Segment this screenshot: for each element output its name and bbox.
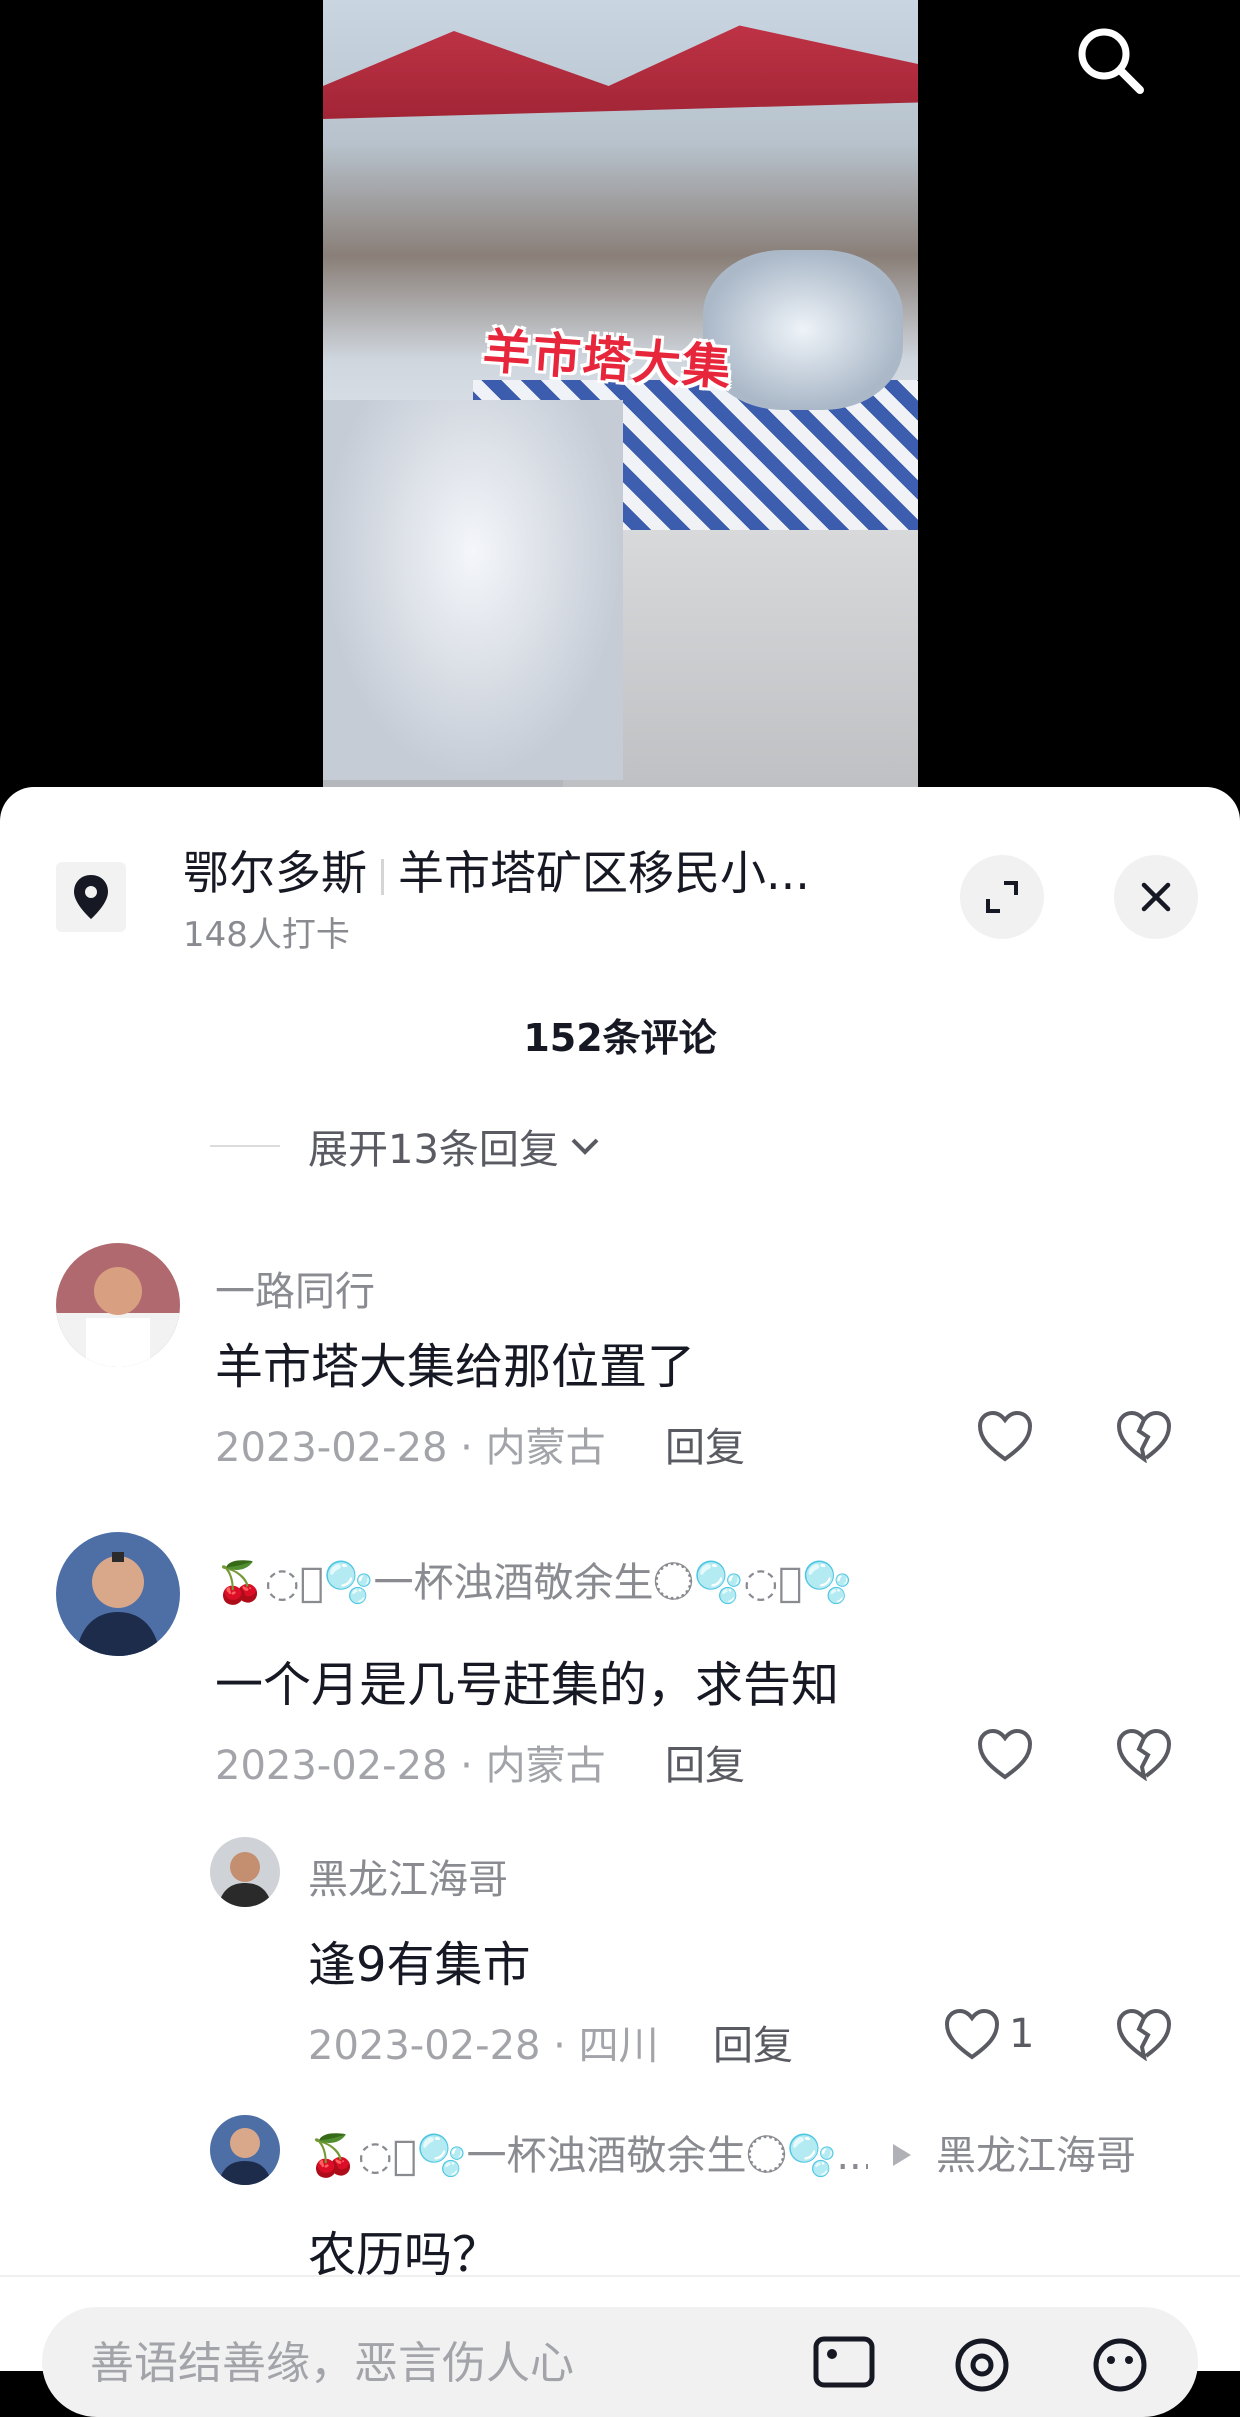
reply-text: 逢9有集市 (308, 1937, 531, 1993)
reply-username[interactable]: 黑龙江海哥 (308, 1847, 508, 1905)
image-icon[interactable] (812, 2335, 876, 2389)
comment-text: 一个月是几号赶集的，求告知 (215, 1657, 840, 1713)
reply-button[interactable]: 回复 (665, 1733, 745, 1791)
input-placeholder: 善语结善缘，恶言伤人心 (90, 2338, 574, 2389)
location-place: 羊市塔矿区移民小... (398, 846, 810, 900)
divider (210, 1145, 280, 1147)
avatar[interactable] (210, 1837, 280, 1907)
video-player[interactable]: 羊市塔大集 (0, 0, 1240, 800)
plastic-bags (323, 400, 623, 780)
search-icon (1078, 28, 1144, 94)
like-count: 1 (1009, 2011, 1035, 2057)
heart-icon (944, 2008, 1000, 2060)
expand-replies-button[interactable]: 展开13条回复 (210, 1117, 605, 1175)
dislike-button[interactable] (1115, 1727, 1173, 1785)
like-button[interactable]: 1 (943, 2007, 1034, 2061)
heart-icon (977, 1410, 1033, 1462)
reply-arrow-icon (893, 2144, 911, 2166)
comment-input-bar: 善语结善缘，恶言伤人心 (0, 2275, 1240, 2417)
reply-to-username[interactable]: 黑龙江海哥 (936, 2123, 1136, 2181)
emoji-icon[interactable] (1090, 2335, 1150, 2395)
expand-replies-label: 展开13条回复 (308, 1127, 559, 1173)
video-frame[interactable]: 羊市塔大集 (323, 0, 918, 800)
dislike-button[interactable] (1115, 2007, 1173, 2065)
at-icon[interactable] (952, 2335, 1012, 2395)
divider (381, 858, 384, 895)
close-button[interactable] (1114, 855, 1198, 939)
location-button[interactable] (56, 862, 126, 932)
heart-icon (977, 1728, 1033, 1780)
avatar[interactable] (210, 2115, 280, 2185)
avatar[interactable] (56, 1243, 180, 1367)
reply-username[interactable]: 🍒◌⃝🫧一杯浊酒敬余生◌⃝🫧... (308, 2123, 868, 2181)
broken-heart-icon (1116, 2008, 1172, 2062)
expand-icon (986, 881, 1018, 913)
chevron-down-icon (571, 1138, 599, 1155)
like-button[interactable] (976, 1409, 1034, 1463)
broken-heart-icon (1116, 1728, 1172, 1782)
close-icon (1141, 882, 1171, 912)
reply-meta: 2023-02-28 · 四川 (308, 2023, 659, 2069)
market-tent (323, 25, 918, 119)
reply-button[interactable]: 回复 (713, 2013, 793, 2071)
search-button[interactable] (1070, 20, 1150, 100)
location-title[interactable]: 鄂尔多斯 羊市塔矿区移民小... (183, 837, 810, 903)
avatar[interactable] (56, 1532, 180, 1656)
comment-text: 羊市塔大集给那位置了 (215, 1339, 696, 1395)
location-pin-icon (74, 875, 108, 919)
comment-username[interactable]: 🍒◌⃝🫧一杯浊酒敬余生◌⃝🫧◌⃝🫧 (215, 1550, 852, 1608)
comment-input[interactable]: 善语结善缘，恶言伤人心 (42, 2307, 1198, 2417)
dislike-button[interactable] (1115, 1409, 1173, 1467)
checkin-count: 148人打卡 (183, 915, 350, 955)
comment-count: 152条评论 (523, 1016, 717, 1060)
broken-heart-icon (1116, 1410, 1172, 1464)
expand-button[interactable] (960, 855, 1044, 939)
comment-meta: 2023-02-28 · 内蒙古 (215, 1743, 606, 1789)
comment-meta: 2023-02-28 · 内蒙古 (215, 1425, 606, 1471)
comment-username[interactable]: 一路同行 (215, 1259, 375, 1317)
comment-sheet: 鄂尔多斯 羊市塔矿区移民小... 148人打卡 152条评论 展开13条回复 一路… (0, 787, 1240, 2369)
location-city: 鄂尔多斯 (183, 846, 367, 900)
like-button[interactable] (976, 1727, 1034, 1781)
reply-button[interactable]: 回复 (665, 1415, 745, 1473)
